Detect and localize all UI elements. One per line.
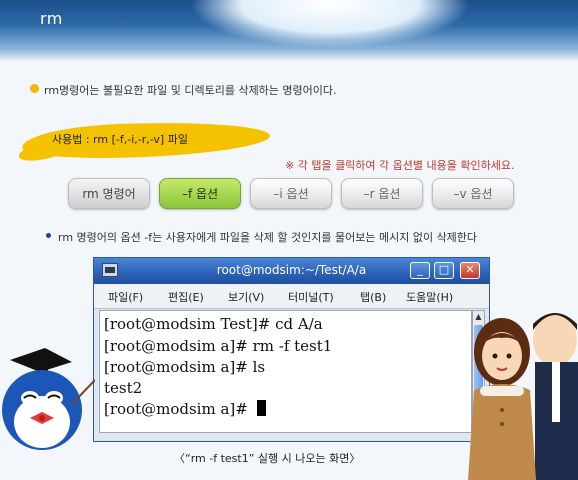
menu-edit[interactable]: 편집(E) <box>168 289 204 305</box>
menu-tabs[interactable]: 탭(B) <box>360 289 386 305</box>
tab-i-option[interactable]: –i 옵션 <box>250 178 332 209</box>
menu-terminal[interactable]: 터미널(T) <box>288 289 334 305</box>
penguin-mascot-icon <box>2 348 95 450</box>
option-description: rm 명령어의 옵션 -f는 사용자에게 파일을 삭제 할 것인지를 물어보는 … <box>58 231 478 244</box>
close-button[interactable]: ✕ <box>460 262 480 279</box>
students-illustration-icon <box>468 313 578 480</box>
minimize-button[interactable]: _ <box>410 262 430 279</box>
terminal-output[interactable]: [root@modsim Test]# cd A/a [root@modsim … <box>99 310 472 433</box>
bullet-icon <box>30 84 39 93</box>
hint-text: ※ 각 탭을 클릭하여 각 옵션별 내용을 확인하세요. <box>285 159 515 172</box>
terminal-line: [root@modsim a]# ls <box>104 358 266 376</box>
tab-r-option[interactable]: –r 옵션 <box>341 178 423 209</box>
terminal-prompt: [root@modsim a]# <box>104 400 253 418</box>
terminal-window: root@modsim:~/Test/A/a _ □ ✕ 파일(F) 편집(E)… <box>93 257 490 442</box>
text-cursor <box>256 400 266 416</box>
note-bullet-icon <box>46 233 51 238</box>
tab-f-option[interactable]: –f 옵션 <box>159 178 241 209</box>
usage-text: 사용법 : rm [-f,-i,-r,-v] 파일 <box>52 133 188 146</box>
terminal-line: [root@modsim Test]# cd A/a <box>104 315 323 333</box>
maximize-button[interactable]: □ <box>434 262 454 279</box>
terminal-line: [root@modsim a]# rm -f test1 <box>104 337 333 355</box>
window-titlebar[interactable]: root@modsim:~/Test/A/a _ □ ✕ <box>94 258 489 284</box>
menu-view[interactable]: 보기(V) <box>228 289 264 305</box>
intro-text: rm명령어는 불필요한 파일 및 디렉토리를 삭제하는 명령어이다. <box>44 84 337 97</box>
header-splash <box>190 0 470 48</box>
page-title: rm <box>40 9 63 28</box>
figure-caption: 〈“rm -f test1” 실행 시 나오는 화면〉 <box>174 452 361 465</box>
terminal-line: test2 <box>104 379 143 397</box>
tab-rm-command[interactable]: rm 명령어 <box>68 178 150 209</box>
menu-bar: 파일(F) 편집(E) 보기(V) 터미널(T) 탭(B) 도움말(H) <box>94 284 489 309</box>
menu-help[interactable]: 도움말(H) <box>406 289 453 305</box>
tab-v-option[interactable]: –v 옵션 <box>432 178 514 209</box>
menu-file[interactable]: 파일(F) <box>108 289 143 305</box>
terminal-prompt-line: [root@modsim a]# <box>104 400 266 418</box>
